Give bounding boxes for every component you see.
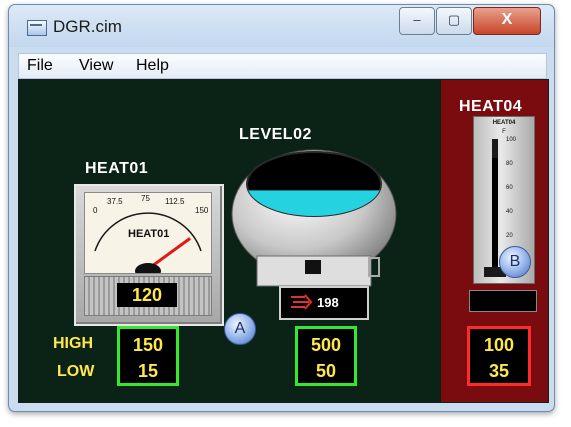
menu-file[interactable]: File: [27, 57, 53, 75]
level02-limits-box[interactable]: 500 50: [295, 326, 357, 386]
level02-high-value: 500: [310, 335, 342, 355]
heat04-low-value: 35: [488, 361, 510, 381]
level02-low-value: 50: [315, 361, 337, 381]
level02-readout-value: 198: [317, 295, 339, 310]
menu-help[interactable]: Help: [136, 57, 169, 75]
heat01-gauge-face: 0 37.5 75 112.5 150 HEAT01: [84, 192, 212, 274]
heat01-low-label: LOW: [57, 363, 95, 380]
heat04-instrument-area: HEAT04 F 100 80 60 40 20 0 100 35: [441, 80, 548, 402]
close-button[interactable]: X: [473, 7, 541, 35]
menu-bar: File View Help: [18, 53, 547, 79]
heat01-low-value: 15: [137, 361, 159, 381]
maximize-button[interactable]: ▢: [436, 7, 472, 35]
heat04-thermo-fill: [492, 158, 498, 267]
heat01-limits-box[interactable]: 150 15: [117, 326, 179, 386]
heat01-tick-2: 75: [141, 194, 150, 203]
heat04-tick-40: 40: [506, 209, 513, 215]
heat04-thermo-label: HEAT04: [492, 120, 516, 126]
scada-display: HEAT01 0 37.5 75 112.5 150 HEAT01 120 HI…: [18, 79, 549, 403]
heat01-gauge-label: HEAT01: [128, 228, 169, 240]
heat01-high-label: HIGH: [53, 335, 93, 352]
heat01-needle-hub: [135, 263, 161, 273]
minimize-button[interactable]: ‒: [399, 7, 435, 35]
heat01-gauge-base: 120: [84, 276, 212, 316]
heat01-tick-0: 0: [93, 206, 98, 215]
heat04-thermo-tube: [492, 139, 498, 267]
heat04-high-value: 100: [483, 335, 515, 355]
heat01-gauge-svg: 0 37.5 75 112.5 150 HEAT01: [93, 194, 209, 273]
heat01-tick-3: 112.5: [165, 197, 185, 206]
heat01-high-value: 150: [132, 335, 164, 355]
app-window: DGR.cim ‒ ▢ X File View Help HEAT01 0 37…: [8, 4, 555, 412]
app-icon: [27, 20, 47, 36]
heat04-limits-box[interactable]: 100 35: [467, 326, 531, 386]
heat04-tick-20: 20: [506, 233, 513, 239]
level02-readout-box: 198: [279, 286, 369, 320]
heat01-tick-1: 37.5: [107, 197, 123, 206]
heat04-tick-100: 100: [506, 137, 517, 143]
heat01-tag: HEAT01: [85, 160, 149, 177]
level02-tag: LEVEL02: [239, 126, 312, 143]
title-bar[interactable]: DGR.cim ‒ ▢ X: [9, 5, 554, 47]
level02-base-slot: [305, 260, 321, 274]
heat01-value-display: 120: [117, 283, 177, 307]
flow-icon: [291, 294, 313, 310]
heat04-thermo-unit: F: [502, 129, 506, 135]
menu-view[interactable]: View: [79, 57, 113, 75]
heat04-tick-80: 80: [506, 161, 513, 167]
heat01-tick-4: 150: [195, 206, 209, 215]
heat04-value-display: [469, 290, 537, 312]
heat01-gauge[interactable]: 0 37.5 75 112.5 150 HEAT01 120: [74, 184, 224, 326]
callout-b: B: [499, 246, 531, 278]
heat04-tick-60: 60: [506, 185, 513, 191]
window-title: DGR.cim: [53, 17, 122, 36]
